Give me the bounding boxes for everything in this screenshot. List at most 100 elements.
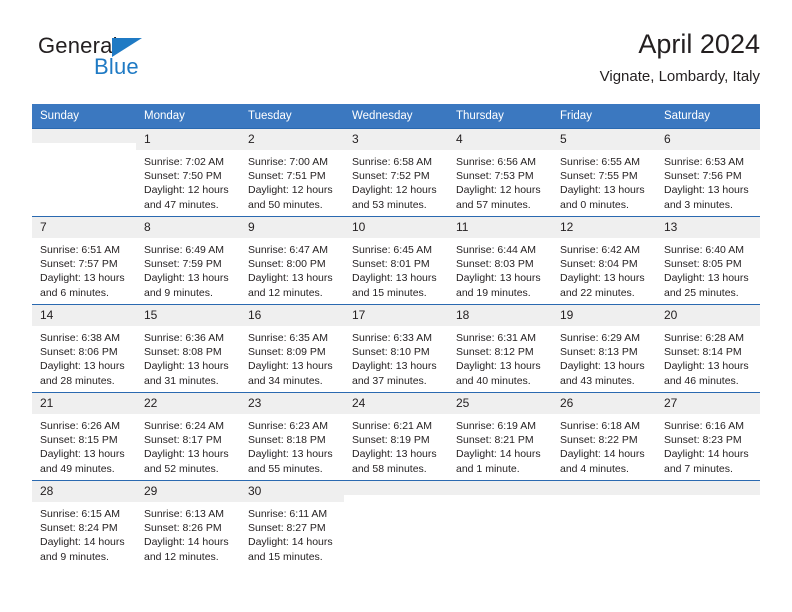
day-number [552,481,656,495]
daylight-duration-line1: Daylight: 13 hours [560,360,645,373]
calendar-day-cell[interactable]: 7 Sunrise: 6:51 AM Sunset: 7:57 PM Daylight… [32,216,136,305]
day-number: 3 [344,129,448,150]
calendar-day-cell[interactable]: 29 Sunrise: 6:13 AM Sunset: 8:26 PM Dayligh… [136,480,240,577]
sunset-time: Sunset: 8:27 PM [248,522,326,535]
sunrise-time: Sunrise: 6:53 AM [664,156,744,168]
calendar-day-cell[interactable]: 23 Sunrise: 6:23 AM Sunset: 8:18 PM Dayligh… [240,392,344,481]
day-number: 7 [32,217,136,238]
calendar-day-cell[interactable]: 5 Sunrise: 6:55 AM Sunset: 7:55 PM Daylight… [552,128,656,217]
daylight-duration-line2: and 15 minutes. [352,286,427,299]
calendar-day-cell[interactable]: 8 Sunrise: 6:49 AM Sunset: 7:59 PM Daylight… [136,216,240,305]
sunset-time: Sunset: 8:05 PM [664,258,742,271]
daylight-duration-line2: and 47 minutes. [144,198,219,211]
calendar-day-cell[interactable]: 9 Sunrise: 6:47 AM Sunset: 8:00 PM Daylight… [240,216,344,305]
calendar-day-cell[interactable]: 28 Sunrise: 6:15 AM Sunset: 8:24 PM Dayligh… [32,480,136,577]
calendar-day-cell[interactable]: 25 Sunrise: 6:19 AM Sunset: 8:21 PM Dayligh… [448,392,552,481]
day-number: 26 [552,393,656,414]
calendar-day-cell[interactable]: 24 Sunrise: 6:21 AM Sunset: 8:19 PM Dayligh… [344,392,448,481]
calendar-day-cell[interactable]: 6 Sunrise: 6:53 AM Sunset: 7:56 PM Daylight… [656,128,760,217]
sunrise-time: Sunrise: 6:47 AM [248,244,328,256]
calendar-day-cell[interactable]: 16 Sunrise: 6:35 AM Sunset: 8:09 PM Dayligh… [240,304,344,393]
day-number: 1 [136,129,240,150]
day-number: 27 [656,393,760,414]
daylight-duration-line1: Daylight: 13 hours [248,272,333,285]
day-details: Sunrise: 6:40 AM Sunset: 8:05 PM Daylight:… [656,238,760,300]
day-details: Sunrise: 6:56 AM Sunset: 7:53 PM Daylight:… [448,150,552,212]
daylight-duration-line2: and 7 minutes. [664,462,733,475]
calendar-day-cell[interactable]: 22 Sunrise: 6:24 AM Sunset: 8:17 PM Dayligh… [136,392,240,481]
sunset-time: Sunset: 8:03 PM [456,258,534,271]
daylight-duration-line1: Daylight: 14 hours [40,536,125,549]
daylight-duration-line2: and 58 minutes. [352,462,427,475]
daylight-duration-line1: Daylight: 14 hours [664,448,749,461]
day-details: Sunrise: 6:16 AM Sunset: 8:23 PM Daylight:… [656,414,760,476]
sunrise-time: Sunrise: 6:24 AM [144,420,224,432]
daylight-duration-line2: and 3 minutes. [664,198,733,211]
calendar-day-cell[interactable]: 17 Sunrise: 6:33 AM Sunset: 8:10 PM Dayligh… [344,304,448,393]
daylight-duration-line1: Daylight: 12 hours [456,184,541,197]
day-number: 24 [344,393,448,414]
day-number: 9 [240,217,344,238]
sunrise-time: Sunrise: 6:13 AM [144,508,224,520]
daylight-duration-line2: and 34 minutes. [248,374,323,387]
daylight-duration-line2: and 46 minutes. [664,374,739,387]
sunset-time: Sunset: 8:23 PM [664,434,742,447]
daylight-duration-line1: Daylight: 12 hours [144,184,229,197]
day-number: 13 [656,217,760,238]
sunset-time: Sunset: 7:53 PM [456,170,534,183]
daylight-duration-line2: and 19 minutes. [456,286,531,299]
calendar-day-cell[interactable]: 15 Sunrise: 6:36 AM Sunset: 8:08 PM Dayligh… [136,304,240,393]
day-number: 19 [552,305,656,326]
daylight-duration-line1: Daylight: 13 hours [664,360,749,373]
calendar-day-cell[interactable]: 26 Sunrise: 6:18 AM Sunset: 8:22 PM Dayligh… [552,392,656,481]
day-number [448,481,552,495]
day-number: 11 [448,217,552,238]
sunset-time: Sunset: 8:00 PM [248,258,326,271]
calendar-day-cell[interactable]: 27 Sunrise: 6:16 AM Sunset: 8:23 PM Dayligh… [656,392,760,481]
page-subtitle: Vignate, Lombardy, Italy [599,68,760,85]
daylight-duration-line2: and 12 minutes. [248,286,323,299]
day-details: Sunrise: 6:53 AM Sunset: 7:56 PM Daylight:… [656,150,760,212]
day-number [32,129,136,143]
calendar-day-cell[interactable]: 3 Sunrise: 6:58 AM Sunset: 7:52 PM Daylight… [344,128,448,217]
daylight-duration-line1: Daylight: 13 hours [456,360,541,373]
day-details: Sunrise: 6:28 AM Sunset: 8:14 PM Daylight:… [656,326,760,388]
calendar-day-cell[interactable]: 21 Sunrise: 6:26 AM Sunset: 8:15 PM Dayligh… [32,392,136,481]
daylight-duration-line1: Daylight: 13 hours [352,272,437,285]
calendar-day-cell[interactable]: 4 Sunrise: 6:56 AM Sunset: 7:53 PM Daylight… [448,128,552,217]
calendar-day-cell[interactable]: 1 Sunrise: 7:02 AM Sunset: 7:50 PM Daylight… [136,128,240,217]
daylight-duration-line2: and 53 minutes. [352,198,427,211]
daylight-duration-line1: Daylight: 13 hours [456,272,541,285]
day-number: 14 [32,305,136,326]
calendar-day-cell[interactable]: 20 Sunrise: 6:28 AM Sunset: 8:14 PM Dayligh… [656,304,760,393]
sunrise-time: Sunrise: 6:55 AM [560,156,640,168]
calendar-day-cell[interactable]: 2 Sunrise: 7:00 AM Sunset: 7:51 PM Daylight… [240,128,344,217]
calendar-week-row: 21 Sunrise: 6:26 AM Sunset: 8:15 PM Dayligh… [32,392,760,481]
calendar-day-cell[interactable]: 11 Sunrise: 6:44 AM Sunset: 8:03 PM Dayligh… [448,216,552,305]
daylight-duration-line2: and 15 minutes. [248,550,323,563]
calendar-day-cell[interactable]: 18 Sunrise: 6:31 AM Sunset: 8:12 PM Dayligh… [448,304,552,393]
calendar-day-cell[interactable]: 13 Sunrise: 6:40 AM Sunset: 8:05 PM Dayligh… [656,216,760,305]
calendar-day-cell[interactable]: 30 Sunrise: 6:11 AM Sunset: 8:27 PM Dayligh… [240,480,344,577]
daylight-duration-line2: and 1 minute. [456,462,520,475]
calendar-day-cell[interactable]: 10 Sunrise: 6:45 AM Sunset: 8:01 PM Dayligh… [344,216,448,305]
sunset-time: Sunset: 8:04 PM [560,258,638,271]
sunset-time: Sunset: 7:57 PM [40,258,118,271]
sunset-time: Sunset: 7:59 PM [144,258,222,271]
page-title: April 2024 [638,29,760,59]
sunrise-time: Sunrise: 6:51 AM [40,244,120,256]
sunrise-time: Sunrise: 6:56 AM [456,156,536,168]
day-number: 18 [448,305,552,326]
calendar-day-cell-empty [552,480,656,577]
day-details: Sunrise: 6:24 AM Sunset: 8:17 PM Daylight:… [136,414,240,476]
day-number: 5 [552,129,656,150]
calendar-header-row: Sunday Monday Tuesday Wednesday Thursday… [32,104,760,129]
day-number: 6 [656,129,760,150]
sunset-time: Sunset: 7:52 PM [352,170,430,183]
day-details: Sunrise: 6:58 AM Sunset: 7:52 PM Daylight:… [344,150,448,212]
calendar-day-cell[interactable]: 14 Sunrise: 6:38 AM Sunset: 8:06 PM Dayligh… [32,304,136,393]
daylight-duration-line1: Daylight: 13 hours [248,360,333,373]
calendar-day-cell[interactable]: 19 Sunrise: 6:29 AM Sunset: 8:13 PM Dayligh… [552,304,656,393]
weekday-header-tuesday: Tuesday [240,104,344,129]
calendar-day-cell[interactable]: 12 Sunrise: 6:42 AM Sunset: 8:04 PM Dayligh… [552,216,656,305]
